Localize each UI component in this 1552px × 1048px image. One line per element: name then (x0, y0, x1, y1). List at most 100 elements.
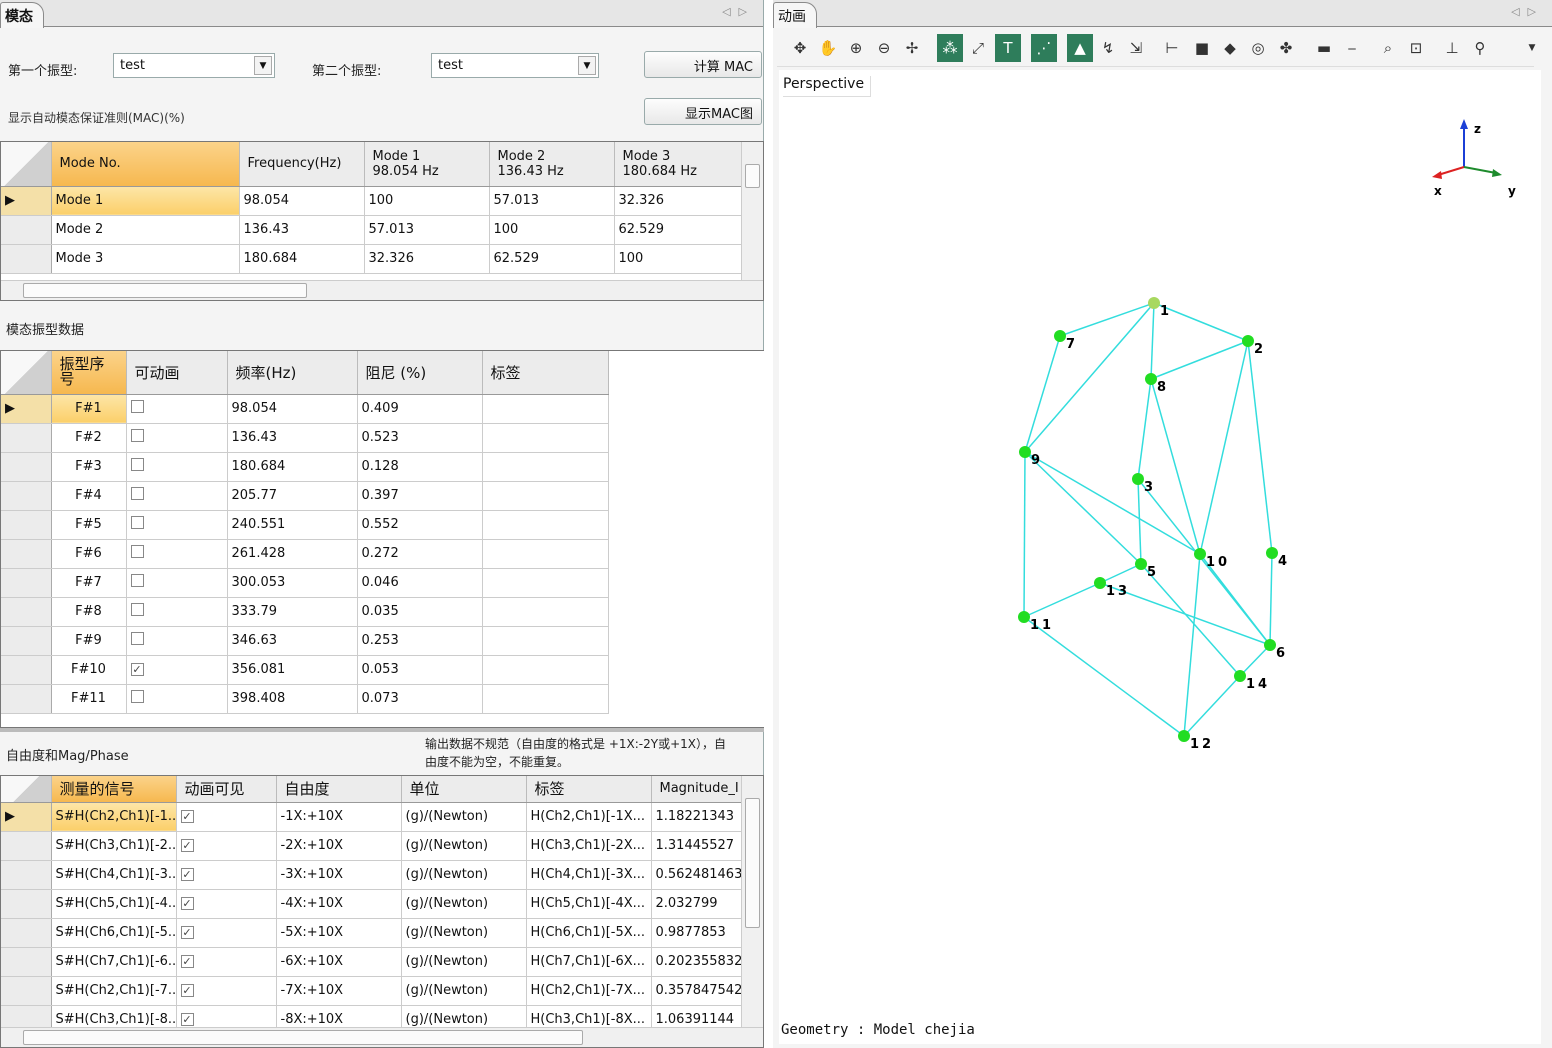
model-node[interactable] (1178, 730, 1190, 742)
mac-corner-header[interactable] (1, 142, 52, 187)
table-row[interactable]: S#H(Ch4,Ch1)[-3... ✓ -3X:+10X (g)/(Newton) H… (1, 860, 742, 890)
axis-tool-icon[interactable]: ⊢ (1159, 34, 1185, 62)
table-cell[interactable]: -6X:+10X (276, 947, 402, 977)
table-cell[interactable]: 0.035 (357, 597, 483, 627)
visible-cell[interactable]: ✓ (176, 947, 277, 977)
table-cell[interactable]: 333.79 (227, 597, 358, 627)
table-row[interactable]: F#3 180.684 0.128 (1, 452, 609, 482)
tab-scroll-arrows-icon[interactable]: ◁▷ (1511, 5, 1544, 18)
row-header[interactable] (1, 215, 52, 245)
table-cell[interactable]: S#H(Ch5,Ch1)[-4... (51, 889, 177, 919)
color-wheel-icon[interactable]: ◎ (1245, 34, 1271, 62)
table-cell[interactable]: (g)/(Newton) (401, 918, 527, 948)
dof-vertical-scrollbar[interactable] (741, 776, 763, 1027)
visible-cell[interactable]: ✓ (176, 860, 277, 890)
table-row[interactable]: F#5 240.551 0.552 (1, 510, 609, 540)
visible-cell[interactable]: ✓ (176, 802, 277, 832)
model-node[interactable] (1019, 446, 1031, 458)
node-link-icon[interactable]: ⤢ (965, 34, 991, 62)
scroll-thumb[interactable] (745, 164, 760, 188)
calc-mac-button[interactable]: 计算 MAC (644, 51, 762, 78)
model-node[interactable] (1148, 297, 1160, 309)
dof-header-tag[interactable]: 标签 (526, 776, 652, 803)
row-header[interactable] (1, 452, 52, 482)
table-cell[interactable] (482, 510, 609, 540)
table-cell[interactable]: 57.013 (364, 215, 490, 245)
animate-checkbox[interactable] (130, 632, 144, 645)
row-header[interactable] (1, 539, 52, 569)
visible-cell[interactable]: ✓ (176, 831, 277, 861)
second-mode-select[interactable]: test ▼ (431, 53, 599, 78)
table-cell[interactable]: 398.408 (227, 684, 358, 714)
tab-scroll-arrows-icon[interactable]: ◁▷ (722, 5, 755, 18)
geometry-model[interactable]: 1234567891011121314 (779, 70, 1541, 970)
table-cell[interactable]: 100 (614, 244, 742, 274)
table-cell[interactable]: (g)/(Newton) (401, 976, 527, 1006)
show-mac-chart-button[interactable]: 显示MAC图 (644, 98, 762, 125)
mode-header-frequency[interactable]: 频率(Hz) (227, 351, 358, 395)
table-row[interactable]: F#8 333.79 0.035 (1, 597, 609, 627)
table-cell[interactable]: 0.073 (357, 684, 483, 714)
dof-horizontal-scrollbar[interactable] (1, 1027, 763, 1047)
table-cell[interactable]: 0.9877853 (651, 918, 742, 948)
first-mode-select[interactable]: test ▼ (113, 53, 275, 78)
row-header[interactable] (1, 889, 52, 919)
table-cell[interactable]: -3X:+10X (276, 860, 402, 890)
square-icon[interactable]: ■ (1189, 34, 1215, 62)
row-pointer-icon[interactable]: ▶ (1, 186, 52, 216)
model-node[interactable] (1145, 373, 1157, 385)
table-cell[interactable]: H(Ch5,Ch1)[-4X... (526, 889, 652, 919)
table-row[interactable]: ▶ F#1 98.054 0.409 (1, 394, 609, 424)
animate-checkbox[interactable] (130, 429, 144, 442)
table-cell[interactable]: -2X:+10X (276, 831, 402, 861)
table-cell[interactable] (482, 626, 609, 656)
move-icon[interactable]: ✢ (899, 34, 925, 62)
show-nodes-icon[interactable]: ⁂ (937, 34, 963, 62)
model-node[interactable] (1266, 547, 1278, 559)
model-node[interactable] (1018, 611, 1030, 623)
table-cell[interactable]: 0.272 (357, 539, 483, 569)
scroll-thumb[interactable] (23, 283, 307, 298)
mode-id-cell[interactable]: F#5 (51, 510, 127, 540)
visible-checkbox[interactable]: ✓ (180, 984, 194, 997)
mode-header-animate[interactable]: 可动画 (126, 351, 228, 395)
table-row[interactable]: Mode 3 180.684 32.326 62.529 100 (1, 244, 742, 274)
table-cell[interactable]: H(Ch7,Ch1)[-6X... (526, 947, 652, 977)
tab-modal[interactable]: 模态 (0, 2, 44, 28)
table-cell[interactable]: 2.032799 (651, 889, 742, 919)
table-cell[interactable]: -7X:+10X (276, 976, 402, 1006)
table-cell[interactable]: Mode 1 (51, 186, 240, 216)
chevron-down-icon[interactable]: ▼ (578, 56, 596, 75)
table-row[interactable]: S#H(Ch2,Ch1)[-7... ✓ -7X:+10X (g)/(Newton) H… (1, 976, 742, 1006)
table-cell[interactable]: 57.013 (489, 186, 615, 216)
dof-corner-header[interactable] (1, 776, 52, 803)
visible-cell[interactable]: ✓ (176, 976, 277, 1006)
table-cell[interactable]: 300.053 (227, 568, 358, 598)
table-cell[interactable]: 32.326 (364, 244, 490, 274)
deform-icon[interactable]: ↯ (1095, 34, 1121, 62)
model-node[interactable] (1135, 558, 1147, 570)
table-row[interactable]: F#7 300.053 0.046 (1, 568, 609, 598)
animate-checkbox[interactable] (130, 458, 144, 471)
visible-checkbox[interactable]: ✓ (180, 897, 194, 910)
mac-header-mode3[interactable]: Mode 3 180.684 Hz (614, 142, 742, 187)
row-header[interactable] (1, 597, 52, 627)
table-row[interactable]: F#6 261.428 0.272 (1, 539, 609, 569)
animate-checkbox[interactable] (130, 487, 144, 500)
table-cell[interactable]: 98.054 (227, 394, 358, 424)
table-row[interactable]: ▶ Mode 1 98.054 100 57.013 32.326 (1, 186, 742, 216)
plane-icon[interactable]: ◆ (1217, 34, 1243, 62)
dof-header-dof[interactable]: 自由度 (276, 776, 402, 803)
row-header[interactable] (1, 976, 52, 1006)
table-cell[interactable]: 0.562481463 (651, 860, 742, 890)
table-cell[interactable]: S#H(Ch7,Ch1)[-6... (51, 947, 177, 977)
scroll-thumb[interactable] (745, 798, 760, 928)
table-cell[interactable] (482, 568, 609, 598)
row-header[interactable] (1, 244, 52, 274)
table-cell[interactable]: 0.552 (357, 510, 483, 540)
row-header[interactable] (1, 947, 52, 977)
table-cell[interactable]: 205.77 (227, 481, 358, 511)
table-cell[interactable]: (g)/(Newton) (401, 947, 527, 977)
table-cell[interactable]: (g)/(Newton) (401, 889, 527, 919)
mac-header-mode-no[interactable]: Mode No. (51, 142, 240, 187)
